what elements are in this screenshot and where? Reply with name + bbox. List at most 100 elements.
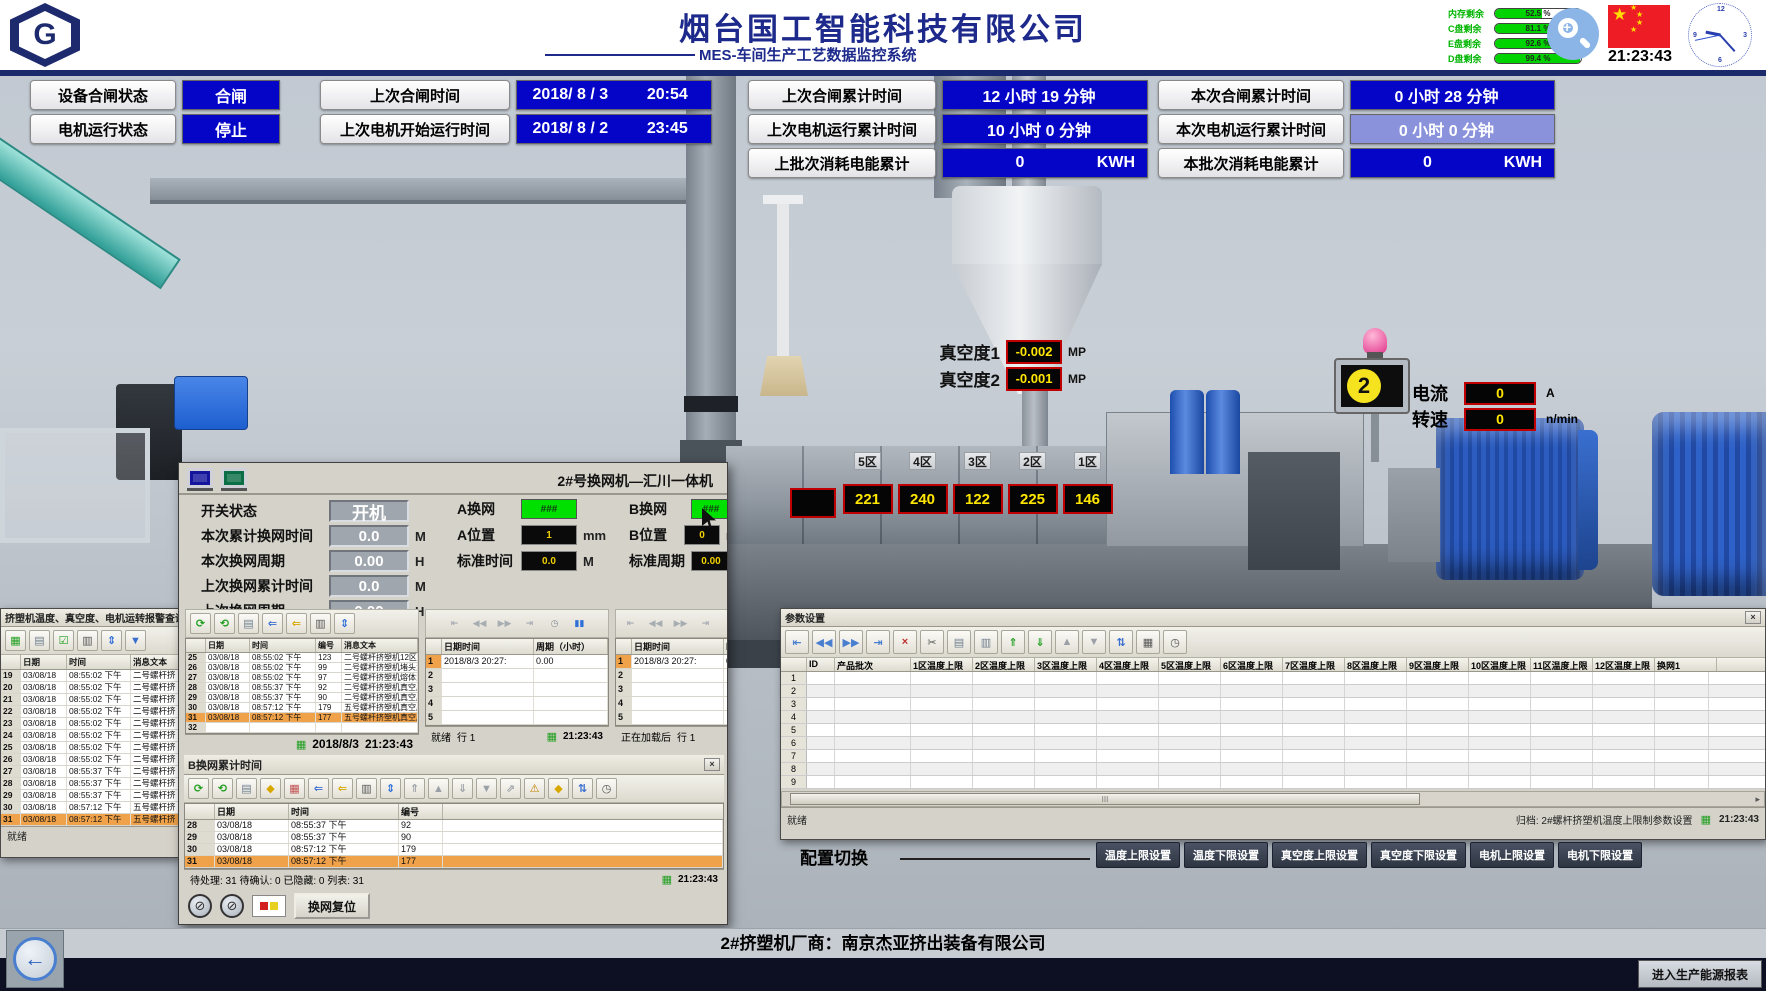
column-header[interactable]: 4区温度上限 [1097, 658, 1159, 671]
note-import-icon[interactable]: ⇐ [262, 613, 283, 634]
row-down-icon[interactable]: ▼ [1082, 630, 1106, 654]
b-panel-titlebar[interactable]: B换网累计时间 × [184, 755, 724, 775]
rewind-icon[interactable]: ◀◀ [812, 630, 836, 654]
column-header[interactable]: 3区温度上限 [1035, 658, 1097, 671]
table-row[interactable]: 26 03/08/18 08:55:02 下午 二号螺杆挤 [1, 754, 180, 766]
table-row[interactable]: 26 03/08/18 08:55:02 下午 99 二号螺杆挤塑机堵头温 [186, 663, 418, 673]
first-icon[interactable]: ⇤ [444, 613, 465, 634]
gauge-circle-icon[interactable]: ⊘ [188, 894, 212, 918]
column-header[interactable]: 5区温度上限 [1159, 658, 1221, 671]
config-button[interactable]: 真空度上限设置 [1272, 842, 1367, 868]
column-header[interactable]: 日期时间 [442, 639, 534, 654]
table-icon[interactable]: ▦ [5, 630, 26, 651]
checklist-icon[interactable]: ☑ [53, 630, 74, 651]
print-icon[interactable]: ▥ [310, 613, 331, 634]
scrollbar-thumb[interactable]: III [790, 793, 1420, 805]
database-icon[interactable]: ▤ [238, 613, 259, 634]
column-header[interactable]: 时间 [289, 804, 399, 819]
sort-icon[interactable]: ⇕ [101, 630, 122, 651]
table-row[interactable]: 21 03/08/18 08:55:02 下午 二号螺杆挤 [1, 694, 180, 706]
table-row[interactable]: 22 03/08/18 08:55:02 下午 二号螺杆挤 [1, 706, 180, 718]
table-row[interactable]: 31 03/08/18 08:57:12 下午 177 五号螺杆挤塑机真空度 [186, 713, 418, 723]
table-row[interactable]: 1 2018/8/3 20:27: 0.00 [426, 655, 608, 669]
last-icon[interactable]: ⇥ [695, 613, 716, 634]
monitor-icon[interactable] [187, 468, 213, 488]
last-icon[interactable]: ⇥ [866, 630, 890, 654]
table-row[interactable]: 31 03/08/18 08:57:12 下午 177 [185, 856, 723, 868]
lock-import-icon[interactable]: ⇐ [332, 778, 353, 799]
column-header[interactable]: 消息文本 [342, 639, 418, 652]
last-time-label[interactable]: 上次合闸时间 [320, 80, 510, 110]
config-button[interactable]: 温度上限设置 [1096, 842, 1180, 868]
last-icon[interactable]: ⇥ [519, 613, 540, 634]
sort-az-icon[interactable]: ⇅ [1109, 630, 1133, 654]
table-row[interactable]: 6 [781, 737, 1765, 750]
table-row[interactable]: 30 03/08/18 08:57:12 下午 179 [185, 844, 723, 856]
column-header[interactable]: 日期 [21, 655, 67, 669]
table-row[interactable]: 3 [426, 683, 608, 697]
config-button[interactable]: 温度下限设置 [1184, 842, 1268, 868]
horizontal-scrollbar[interactable]: III ▸ [781, 791, 1765, 807]
table-row[interactable]: 2 [616, 669, 728, 683]
rewind-icon[interactable]: ◀◀ [645, 613, 666, 634]
column-header[interactable]: 日期 [215, 804, 289, 819]
row-up-icon[interactable]: ▲ [1055, 630, 1079, 654]
column-header[interactable]: 换网1 [1655, 658, 1717, 671]
database-icon[interactable]: ▤ [236, 778, 257, 799]
note-import-icon[interactable]: ⇐ [308, 778, 329, 799]
timer-icon[interactable]: ◷ [544, 613, 565, 634]
energy-report-button[interactable]: 进入生产能源报表 [1638, 960, 1762, 988]
table-row[interactable]: 19 03/08/18 08:55:02 下午 二号螺杆挤 [1, 670, 180, 682]
state-label[interactable]: 设备合闸状态 [30, 80, 176, 110]
print-grid-icon[interactable]: ▦ [1136, 630, 1160, 654]
column-header[interactable]: 10区温度上限 [1469, 658, 1531, 671]
first-icon[interactable]: ⇤ [620, 613, 641, 634]
cut-icon[interactable]: ✂ [920, 630, 944, 654]
table-row[interactable]: 3 [781, 698, 1765, 711]
close-icon[interactable]: × [704, 758, 720, 771]
database-icon[interactable]: ▤ [29, 630, 50, 651]
column-header[interactable]: 11区温度上限 [1531, 658, 1593, 671]
column-header[interactable]: 7区温度上限 [1283, 658, 1345, 671]
row-bottom-icon[interactable]: ▼ [476, 778, 497, 799]
row-down-icon[interactable]: ⇓ [452, 778, 473, 799]
table-row[interactable]: 32 [186, 723, 418, 733]
pause-icon[interactable]: ▮▮ [569, 613, 590, 634]
sort-icon[interactable]: ⇕ [334, 613, 355, 634]
export-icon[interactable]: ⇗ [500, 778, 521, 799]
popup-titlebar[interactable]: 2#号换网机—汇川一体机 [179, 463, 727, 495]
column-header[interactable]: 产品批次 [835, 658, 911, 671]
close-icon[interactable]: × [1745, 611, 1761, 624]
scroll-right-arrow-icon[interactable]: ▸ [1755, 794, 1760, 805]
lock-import-icon[interactable]: ⇐ [286, 613, 307, 634]
row-up-icon[interactable]: ⇑ [404, 778, 425, 799]
terminal-icon[interactable] [221, 468, 247, 488]
current-total-label[interactable]: 本次电机运行累计时间 [1158, 114, 1344, 144]
table-row[interactable]: 29 03/08/18 08:55:37 下午 90 二号螺杆挤塑机真空度 [186, 693, 418, 703]
rewind-icon[interactable]: ◀◀ [469, 613, 490, 634]
current-total-label[interactable]: 本次合闸累计时间 [1158, 80, 1344, 110]
upload-db-icon[interactable]: ⇑ [1001, 630, 1025, 654]
warning-icon[interactable]: ⚠ [524, 778, 545, 799]
table-row[interactable]: 27 03/08/18 08:55:02 下午 97 二号螺杆挤塑机熔体温 [186, 673, 418, 683]
timer-icon[interactable]: ◷ [720, 613, 728, 634]
last-time-label[interactable]: 上次电机开始运行时间 [320, 114, 510, 144]
print-icon[interactable]: ▥ [356, 778, 377, 799]
lock2-icon[interactable]: ◆ [548, 778, 569, 799]
forward-icon[interactable]: ▶▶ [839, 630, 863, 654]
table-row[interactable]: 28 03/08/18 08:55:37 下午 92 [185, 820, 723, 832]
column-header[interactable]: 6区温度上限 [1221, 658, 1283, 671]
table-row[interactable]: 5 [781, 724, 1765, 737]
table-row[interactable]: 31 03/08/18 08:57:12 下午 五号螺杆挤 [1, 814, 180, 826]
zoom-icon[interactable]: + [1547, 8, 1599, 60]
back-button[interactable]: ← [13, 937, 57, 981]
state-label[interactable]: 电机运行状态 [30, 114, 176, 144]
table-row[interactable]: 28 03/08/18 08:55:37 下午 92 二号螺杆挤塑机真空度 [186, 683, 418, 693]
table-row[interactable]: 20 03/08/18 08:55:02 下午 二号螺杆挤 [1, 682, 180, 694]
table-row[interactable]: 2 [781, 685, 1765, 698]
table-row[interactable]: 5 [616, 711, 728, 725]
table-row[interactable]: 25 03/08/18 08:55:02 下午 二号螺杆挤 [1, 742, 180, 754]
column-header[interactable]: 9区温度上限 [1407, 658, 1469, 671]
refresh-icon[interactable]: ⟳ [188, 778, 209, 799]
column-header[interactable]: 消息文本 [131, 655, 180, 669]
